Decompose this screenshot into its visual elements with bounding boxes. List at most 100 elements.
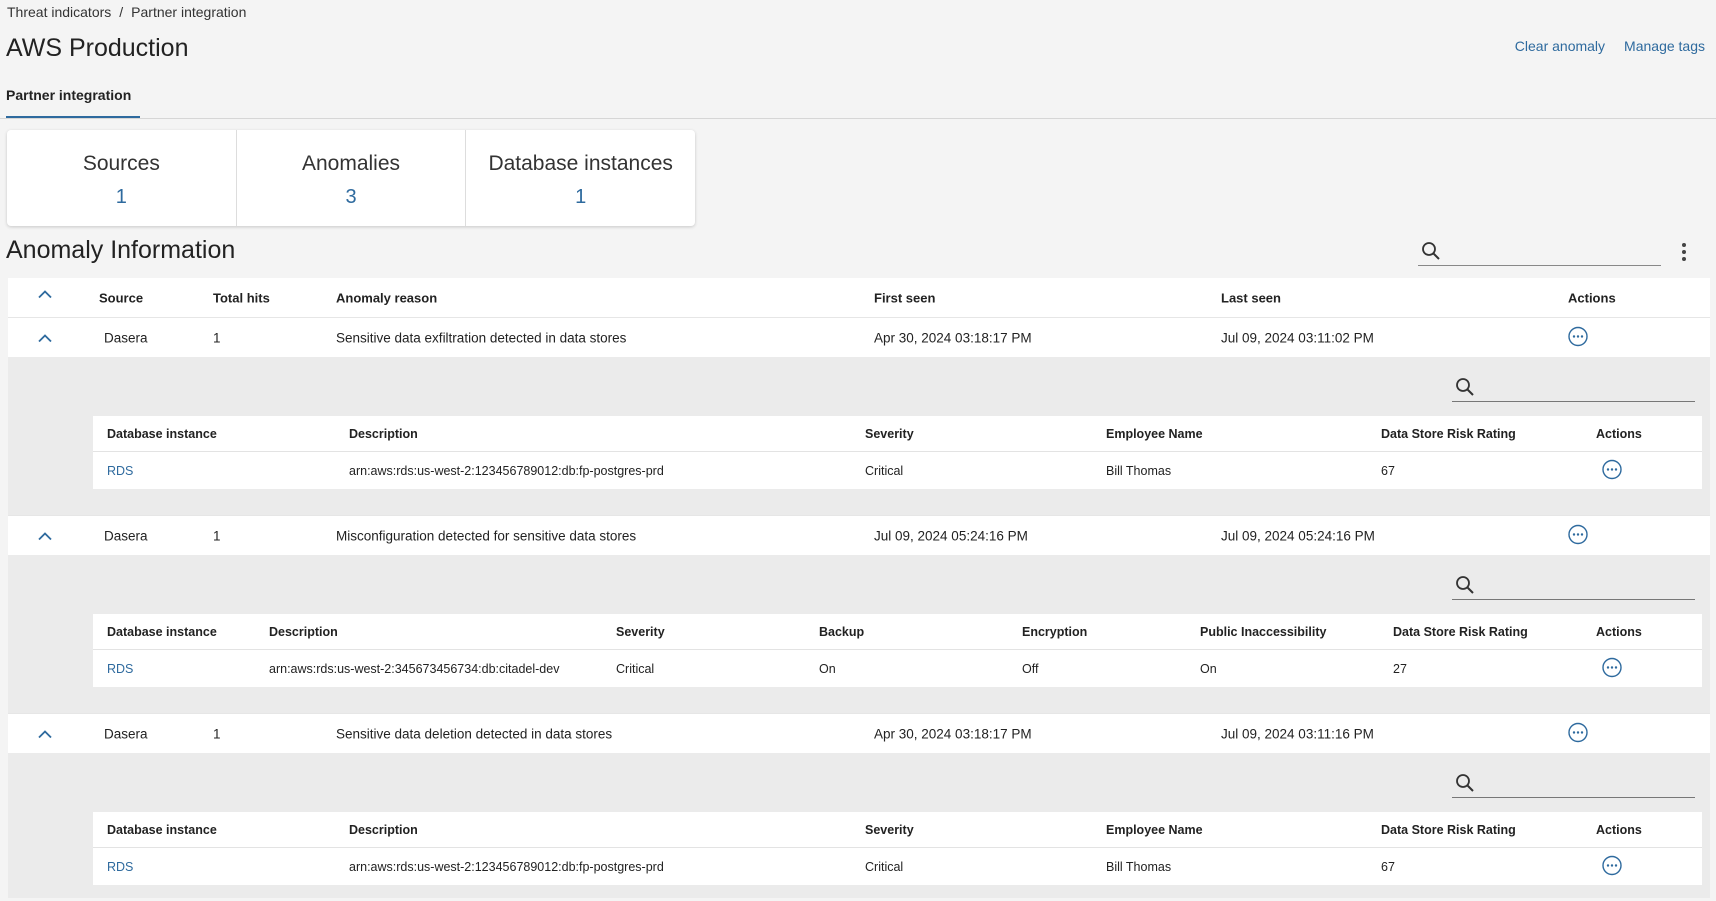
cell-risk-rating: 67 [1381,859,1395,874]
more-actions-icon[interactable] [1568,524,1588,547]
more-actions-icon[interactable] [1568,722,1588,745]
column-header-total-hits[interactable]: Total hits [213,290,270,305]
column-header-database-instance[interactable]: Database instance [107,823,217,837]
detail-table-header: Database instance Description Severity E… [93,812,1702,848]
section-title: Anomaly Information [6,236,236,264]
cell-severity: Critical [865,859,904,874]
cell-risk-rating: 67 [1381,463,1395,478]
search-icon [1455,575,1475,595]
table-row[interactable]: Dasera 1 Misconfiguration detected for s… [8,515,1710,555]
cell-last-seen: Jul 09, 2024 03:11:16 PM [1221,726,1374,741]
column-header-severity[interactable]: Severity [865,823,914,837]
cell-first-seen: Jul 09, 2024 05:24:16 PM [874,528,1028,543]
summary-label: Sources [82,152,160,175]
column-header-risk-rating[interactable]: Data Store Risk Rating [1381,823,1516,837]
detail-table-header: Database instance Description Severity B… [93,614,1702,650]
summary-label: Anomalies [301,152,401,175]
breadcrumb-item-partner-integration: Partner integration [131,4,247,20]
column-header-employee-name[interactable]: Employee Name [1106,823,1203,837]
summary-card-sources: Sources 1 [7,130,237,226]
column-header-description[interactable]: Description [269,625,338,639]
cell-first-seen: Apr 30, 2024 03:18:17 PM [874,330,1032,345]
page-title: AWS Production [6,34,189,62]
summary-panel: Sources 1 Anomalies 3 Database instances… [7,130,695,226]
clear-anomaly-link[interactable]: Clear anomaly [1515,38,1605,54]
cell-backup: On [819,661,836,676]
search-input[interactable] [1452,771,1695,798]
column-header-public-inaccessibility[interactable]: Public Inaccessibility [1200,625,1326,639]
detail-table-row: RDS arn:aws:rds:us-west-2:123456789012:d… [93,452,1702,489]
tab-partner-integration[interactable]: Partner integration [6,87,140,118]
cell-total-hits: 1 [213,726,221,741]
detail-table-header: Database instance Description Severity E… [93,416,1702,452]
breadcrumb: Threat indicators / Partner integration [7,4,246,20]
table-row[interactable]: Dasera 1 Sensitive data deletion detecte… [8,713,1710,753]
table-header: Source Total hits Anomaly reason First s… [8,278,1710,317]
summary-card-database-instances: Database instances 1 [466,130,695,226]
breadcrumb-item-threat-indicators[interactable]: Threat indicators [7,4,111,20]
column-header-actions: Actions [1596,624,1642,639]
summary-value[interactable]: 1 [466,186,695,209]
database-instance-link[interactable]: RDS [107,662,133,676]
cell-public-inaccessibility: On [1200,661,1217,676]
cell-total-hits: 1 [213,330,221,345]
anomaly-table: Source Total hits Anomaly reason First s… [8,278,1710,898]
detail-table-row: RDS arn:aws:rds:us-west-2:345673456734:d… [93,650,1702,687]
more-actions-icon[interactable] [1602,855,1622,878]
search-icon [1455,773,1475,793]
cell-description: arn:aws:rds:us-west-2:345673456734:db:ci… [269,661,560,676]
more-actions-icon[interactable] [1568,326,1588,349]
detail-table-row: RDS arn:aws:rds:us-west-2:123456789012:d… [93,848,1702,885]
chevron-up-icon[interactable] [38,528,52,543]
chevron-up-icon[interactable] [38,726,52,741]
kebab-menu-icon[interactable] [1681,242,1687,267]
column-header-anomaly-reason[interactable]: Anomaly reason [336,290,437,305]
database-instance-link[interactable]: RDS [107,464,133,478]
search-icon [1455,377,1475,397]
detail-table: Database instance Description Severity E… [93,812,1702,885]
cell-anomaly-reason: Misconfiguration detected for sensitive … [336,528,637,543]
more-actions-icon[interactable] [1602,459,1622,482]
search-input[interactable] [1418,239,1661,266]
summary-card-anomalies: Anomalies 3 [237,130,467,226]
column-header-source[interactable]: Source [99,290,143,305]
column-header-severity[interactable]: Severity [616,625,665,639]
chevron-up-icon[interactable] [38,330,52,345]
manage-tags-link[interactable]: Manage tags [1624,38,1705,54]
search-input[interactable] [1452,573,1695,600]
column-header-employee-name[interactable]: Employee Name [1106,427,1203,441]
column-header-actions: Actions [1568,290,1616,305]
column-header-risk-rating[interactable]: Data Store Risk Rating [1393,625,1528,639]
search-input[interactable] [1452,375,1695,402]
column-header-backup[interactable]: Backup [819,625,864,639]
column-header-severity[interactable]: Severity [865,427,914,441]
column-header-database-instance[interactable]: Database instance [107,625,217,639]
column-header-description[interactable]: Description [349,427,418,441]
column-header-last-seen[interactable]: Last seen [1221,290,1281,305]
column-header-database-instance[interactable]: Database instance [107,427,217,441]
cell-description: arn:aws:rds:us-west-2:123456789012:db:fp… [349,859,664,874]
cell-source: Dasera [104,726,148,741]
expanded-detail-panel: Database instance Description Severity B… [8,555,1710,713]
table-row[interactable]: Dasera 1 Sensitive data exfiltration det… [8,317,1710,357]
cell-severity: Critical [616,661,655,676]
breadcrumb-separator: / [119,4,124,20]
summary-value[interactable]: 3 [237,186,466,209]
summary-value[interactable]: 1 [7,186,236,209]
cell-last-seen: Jul 09, 2024 05:24:16 PM [1221,528,1375,543]
expanded-detail-panel: Database instance Description Severity E… [8,753,1710,898]
detail-table: Database instance Description Severity B… [93,614,1702,687]
cell-risk-rating: 27 [1393,661,1407,676]
detail-table: Database instance Description Severity E… [93,416,1702,489]
cell-employee-name: Bill Thomas [1106,463,1172,478]
column-header-first-seen[interactable]: First seen [874,290,935,305]
database-instance-link[interactable]: RDS [107,860,133,874]
column-header-description[interactable]: Description [349,823,418,837]
cell-last-seen: Jul 09, 2024 03:11:02 PM [1221,330,1374,345]
chevron-up-icon[interactable] [38,287,52,302]
cell-encryption: Off [1022,661,1039,676]
column-header-encryption[interactable]: Encryption [1022,625,1087,639]
column-header-risk-rating[interactable]: Data Store Risk Rating [1381,427,1516,441]
more-actions-icon[interactable] [1602,657,1622,680]
cell-source: Dasera [104,330,148,345]
